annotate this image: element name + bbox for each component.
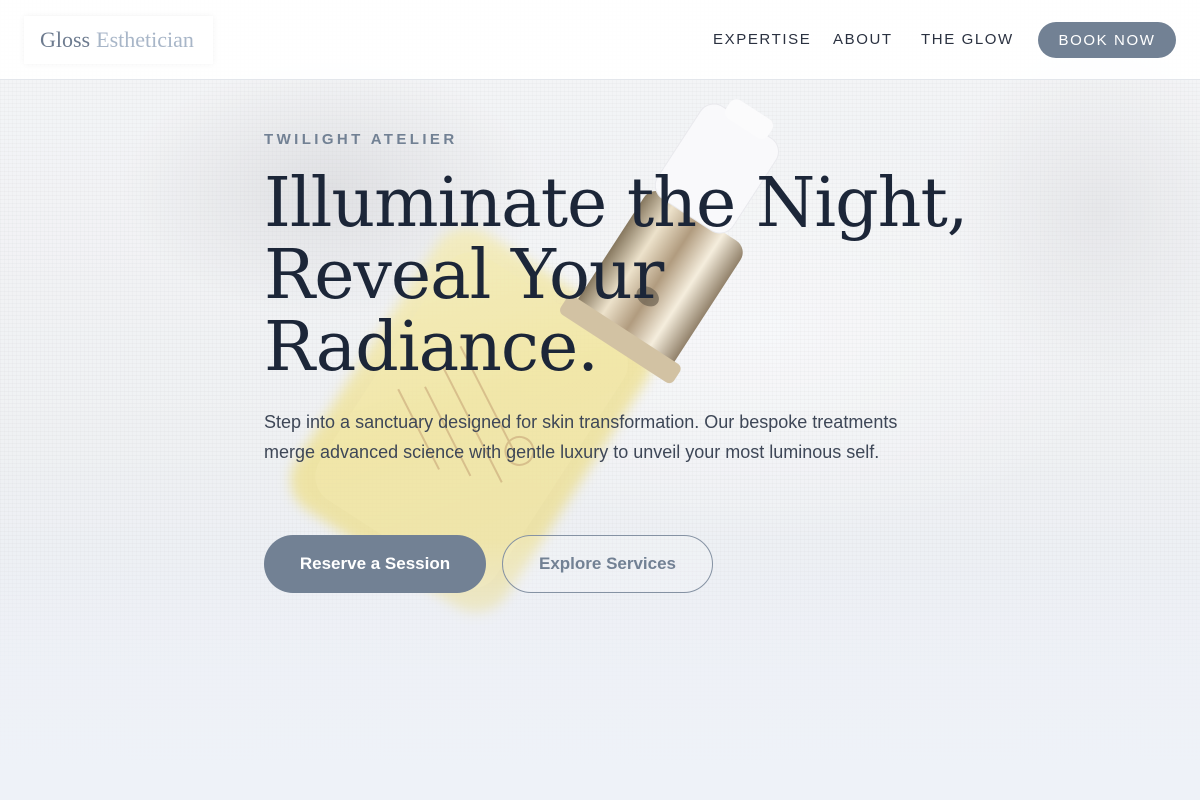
nav-link-expertise[interactable]: EXPERTISE bbox=[713, 31, 811, 48]
hero-eyebrow: TWILIGHT ATELIER bbox=[264, 131, 458, 148]
reserve-session-button[interactable]: Reserve a Session bbox=[264, 535, 486, 593]
nav-link-the-glow[interactable]: THE GLOW bbox=[921, 31, 1014, 48]
hero-headline: Illuminate the Night, Reveal Your Radian… bbox=[264, 164, 968, 387]
hero-background bbox=[0, 0, 1200, 800]
headline-line: Reveal Your bbox=[264, 236, 664, 315]
logo-secondary-text: Esthetician bbox=[96, 27, 194, 52]
headline-line: Radiance. bbox=[264, 308, 599, 387]
nav-link-about[interactable]: ABOUT bbox=[833, 31, 893, 48]
hero-description: Step into a sanctuary designed for skin … bbox=[264, 412, 898, 462]
headline-line: Illuminate the Night, bbox=[264, 164, 968, 243]
book-now-button[interactable]: BOOK NOW bbox=[1038, 22, 1176, 58]
site-logo[interactable]: Gloss Esthetician bbox=[24, 16, 213, 64]
site-header: Gloss Esthetician EXPERTISE ABOUT THE GL… bbox=[0, 0, 1200, 80]
logo-primary-text: Gloss bbox=[40, 27, 91, 52]
explore-services-button[interactable]: Explore Services bbox=[502, 535, 713, 593]
